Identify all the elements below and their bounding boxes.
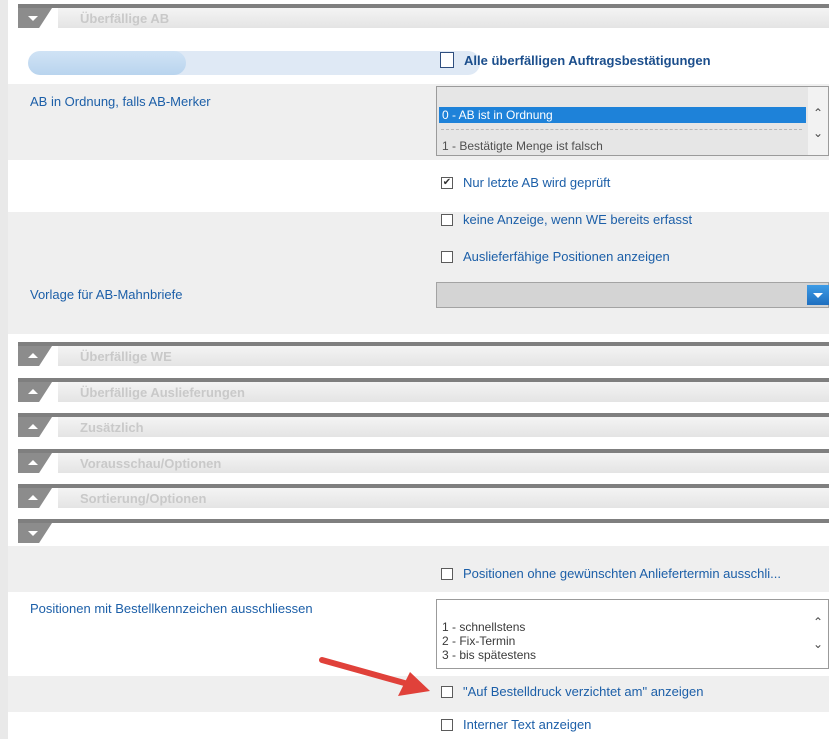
section-title: Vorausschau/Optionen bbox=[80, 456, 222, 471]
expand-toggle[interactable] bbox=[18, 453, 52, 473]
chevron-down-icon[interactable]: ⌄ bbox=[812, 638, 824, 650]
deliverable-positions-checkbox[interactable] bbox=[441, 250, 453, 263]
all-overdue-checkbox[interactable] bbox=[440, 52, 454, 68]
exclude-order-label: Positionen mit Bestellkennzeichen aussch… bbox=[30, 601, 313, 616]
exclude-no-date-row[interactable]: Positionen ohne gewünschten Anlieferterm… bbox=[441, 566, 781, 581]
chevron-down-icon[interactable]: ⌄ bbox=[812, 127, 824, 139]
chevron-up-icon bbox=[28, 495, 38, 500]
chevron-down-icon bbox=[28, 16, 38, 21]
ab-marker-listbox[interactable]: 0 - AB ist in Ordnung 1 - Bestätigte Men… bbox=[436, 86, 829, 156]
collapse-toggle[interactable] bbox=[18, 523, 52, 543]
deliverable-positions-row[interactable]: Auslieferfähige Positionen anzeigen bbox=[441, 249, 670, 264]
only-last-ab-label: Nur letzte AB wird geprüft bbox=[463, 175, 611, 190]
exclude-no-date-label: Positionen ohne gewünschten Anlieferterm… bbox=[463, 566, 781, 581]
expand-toggle[interactable] bbox=[18, 488, 52, 508]
internal-text-label: Interner Text anzeigen bbox=[463, 717, 592, 732]
waived-print-label: "Auf Bestelldruck verzichtet am" anzeige… bbox=[463, 684, 704, 699]
chevron-up-icon bbox=[28, 389, 38, 394]
no-display-we-row[interactable]: keine Anzeige, wenn WE bereits erfasst bbox=[441, 212, 692, 227]
template-label: Vorlage für AB-Mahnbriefe bbox=[30, 287, 183, 302]
section-header-untitled[interactable] bbox=[18, 519, 829, 545]
expand-toggle[interactable] bbox=[18, 417, 52, 437]
chevron-up-icon bbox=[28, 424, 38, 429]
all-overdue-label: Alle überfälligen Auftragsbestätigungen bbox=[464, 52, 711, 68]
progress-bar bbox=[28, 51, 480, 75]
section-header-preview[interactable]: Vorausschau/Optionen bbox=[18, 449, 829, 475]
no-display-we-label: keine Anzeige, wenn WE bereits erfasst bbox=[463, 212, 693, 227]
scrollbar[interactable]: ⌃ ⌄ bbox=[808, 87, 828, 155]
ab-ok-label: AB in Ordnung, falls AB-Merker bbox=[30, 94, 211, 109]
template-select[interactable] bbox=[436, 282, 829, 308]
collapse-toggle[interactable] bbox=[18, 8, 52, 28]
chevron-up-icon[interactable]: ⌃ bbox=[812, 107, 824, 119]
scrollbar[interactable]: ⌃ ⌄ bbox=[808, 600, 828, 668]
waived-print-checkbox[interactable] bbox=[441, 685, 453, 698]
chevron-up-icon bbox=[28, 460, 38, 465]
chevron-down-icon[interactable] bbox=[807, 285, 829, 305]
only-last-ab-checkbox[interactable]: ✔ bbox=[441, 176, 453, 189]
internal-text-checkbox[interactable] bbox=[441, 718, 453, 731]
section-header-overdue-ab[interactable]: Überfällige AB bbox=[18, 4, 829, 30]
section-title: Überfällige WE bbox=[80, 349, 172, 364]
expand-toggle[interactable] bbox=[18, 382, 52, 402]
list-option[interactable]: 1 - Bestätigte Menge ist falsch bbox=[439, 138, 806, 154]
order-flags-listbox[interactable]: 1 - schnellstens 2 - Fix-Termin 3 - bis … bbox=[436, 599, 829, 669]
section-title: Überfällige AB bbox=[80, 11, 170, 26]
waived-print-row[interactable]: "Auf Bestelldruck verzichtet am" anzeige… bbox=[441, 684, 703, 699]
no-display-we-checkbox[interactable] bbox=[441, 213, 453, 226]
exclude-no-date-checkbox[interactable] bbox=[441, 567, 453, 580]
internal-text-row[interactable]: Interner Text anzeigen bbox=[441, 717, 591, 732]
list-option[interactable]: 2 - Fix-Termin bbox=[439, 635, 806, 648]
chevron-up-icon[interactable]: ⌃ bbox=[812, 616, 824, 628]
section-header-overdue-deliveries[interactable]: Überfällige Auslieferungen bbox=[18, 378, 829, 404]
chevron-up-icon bbox=[28, 353, 38, 358]
section-header-additional[interactable]: Zusätzlich bbox=[18, 413, 829, 439]
settings-panel: Überfällige AB Alle überfälligen Auftrag… bbox=[8, 0, 829, 739]
section-title: Sortierung/Optionen bbox=[80, 491, 207, 506]
list-option[interactable]: 3 - bis spätestens bbox=[439, 649, 806, 662]
list-option[interactable]: 1 - schnellstens bbox=[439, 621, 806, 634]
chevron-down-icon bbox=[28, 531, 38, 536]
deliverable-positions-label: Auslieferfähige Positionen anzeigen bbox=[463, 249, 670, 264]
section-header-overdue-we[interactable]: Überfällige WE bbox=[18, 342, 829, 368]
section-title: Zusätzlich bbox=[80, 420, 144, 435]
red-arrow-icon bbox=[319, 657, 430, 696]
list-option[interactable]: 0 - AB ist in Ordnung bbox=[439, 107, 806, 123]
expand-toggle[interactable] bbox=[18, 346, 52, 366]
all-overdue-checkbox-row[interactable]: Alle überfälligen Auftragsbestätigungen bbox=[440, 52, 711, 68]
only-last-ab-row[interactable]: ✔ Nur letzte AB wird geprüft bbox=[441, 175, 610, 190]
section-title: Überfällige Auslieferungen bbox=[80, 385, 245, 400]
section-header-sorting[interactable]: Sortierung/Optionen bbox=[18, 484, 829, 510]
